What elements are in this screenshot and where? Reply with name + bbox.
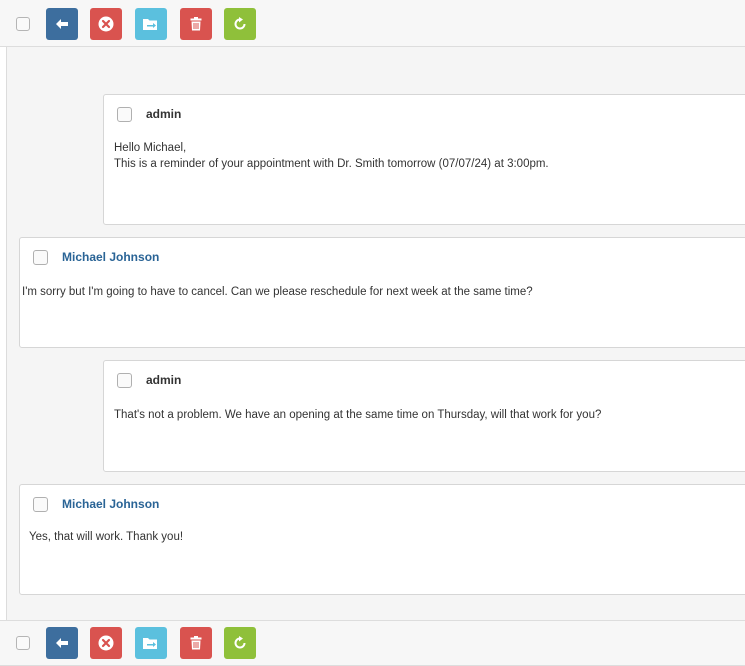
delete-button[interactable] [90, 8, 122, 40]
arrow-left-icon [56, 19, 68, 29]
message-author[interactable]: Michael Johnson [62, 250, 159, 264]
trash-icon [190, 17, 202, 31]
message-checkbox[interactable] [117, 107, 132, 122]
trash-icon [190, 636, 202, 650]
delete-button[interactable] [90, 627, 122, 659]
message-body: I'm sorry but I'm going to have to cance… [22, 284, 533, 300]
move-button[interactable] [135, 8, 167, 40]
trash-button[interactable] [180, 627, 212, 659]
move-to-folder-icon [143, 638, 157, 649]
message-line: I'm sorry but I'm going to have to cance… [22, 286, 533, 298]
back-button[interactable] [46, 8, 78, 40]
bottom-toolbar [0, 620, 745, 666]
back-button[interactable] [46, 627, 78, 659]
close-circle-icon [98, 16, 114, 32]
message-checkbox[interactable] [117, 373, 132, 388]
move-button[interactable] [135, 627, 167, 659]
message-line: This is a reminder of your appointment w… [114, 158, 549, 170]
message-card: Michael Johnson I'm sorry but I'm going … [19, 237, 745, 348]
message-card: admin That's not a problem. We have an o… [103, 360, 745, 472]
refresh-button[interactable] [224, 8, 256, 40]
message-card: Michael Johnson Yes, that will work. Tha… [19, 484, 745, 595]
message-body: Hello Michael, This is a reminder of you… [114, 140, 549, 172]
move-to-folder-icon [143, 19, 157, 30]
message-body: That's not a problem. We have an opening… [114, 407, 601, 423]
select-all-checkbox[interactable] [16, 17, 30, 31]
refresh-button[interactable] [224, 627, 256, 659]
refresh-icon [234, 17, 246, 30]
message-author: admin [146, 373, 182, 387]
top-toolbar [0, 0, 745, 47]
close-circle-icon [98, 635, 114, 651]
message-author[interactable]: Michael Johnson [62, 497, 159, 511]
message-line: Hello Michael, [114, 142, 187, 154]
trash-button[interactable] [180, 8, 212, 40]
message-author: admin [146, 107, 182, 121]
message-checkbox[interactable] [33, 250, 48, 265]
message-card: admin Hello Michael, This is a reminder … [103, 94, 745, 225]
message-line: That's not a problem. We have an opening… [114, 409, 602, 421]
arrow-left-icon [56, 638, 68, 648]
select-all-checkbox[interactable] [16, 636, 30, 650]
message-checkbox[interactable] [33, 497, 48, 512]
message-body: Yes, that will work. Thank you! [29, 529, 183, 545]
refresh-icon [234, 636, 246, 649]
message-line: Yes, that will work. Thank you! [29, 531, 184, 543]
